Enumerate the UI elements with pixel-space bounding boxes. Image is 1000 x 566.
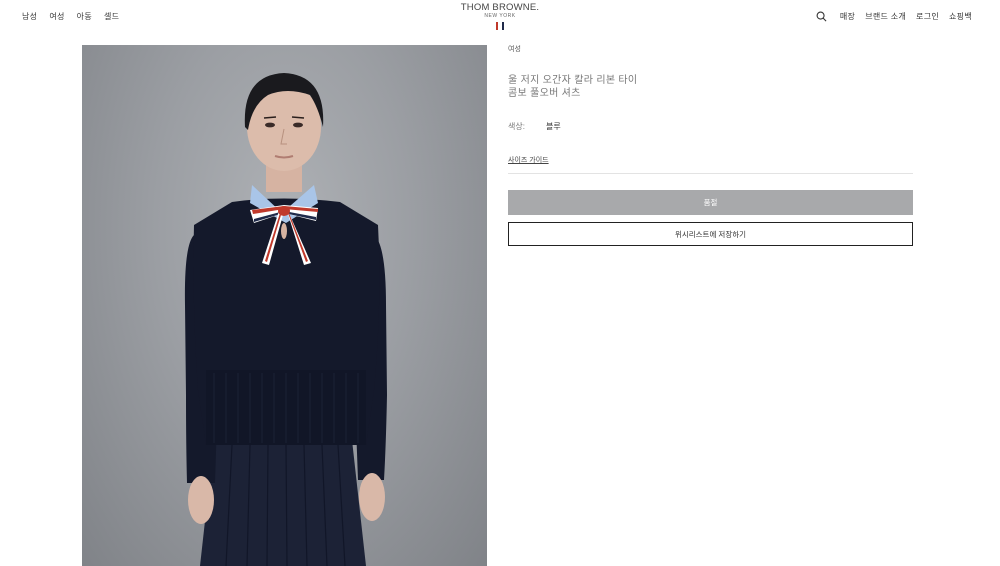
product-title-line-2: 콤보 풀오버 셔츠 xyxy=(508,88,581,99)
utility-nav: 매장 브랜드 소개 로그인 쇼핑백 xyxy=(816,11,972,22)
product-title-line-1: 울 저지 오간자 칼라 리본 타이 xyxy=(508,75,638,86)
logo-tricolor-stripes xyxy=(0,22,1000,30)
color-value[interactable]: 블루 xyxy=(546,121,561,132)
size-guide-link[interactable]: 사이즈 가이드 xyxy=(508,155,913,165)
nav-item-stores[interactable]: 매장 xyxy=(840,11,855,22)
color-selector: 색상: 블루 xyxy=(508,121,913,132)
nav-item-login[interactable]: 로그인 xyxy=(916,11,939,22)
product-title: 울 저지 오간자 칼라 리본 타이 콤보 풀오버 셔츠 xyxy=(508,74,913,100)
product-details: 여성 울 저지 오간자 칼라 리본 타이 콤보 풀오버 셔츠 색상: 블루 사이… xyxy=(508,44,913,246)
save-to-wishlist-button[interactable]: 위시리스트에 저장하기 xyxy=(508,222,913,246)
product-category[interactable]: 여성 xyxy=(508,44,913,54)
divider xyxy=(508,173,913,174)
nav-item-shopping-bag[interactable]: 쇼핑백 xyxy=(949,11,972,22)
color-label: 색상: xyxy=(508,122,525,131)
product-image[interactable] xyxy=(82,45,487,566)
nav-item-about[interactable]: 브랜드 소개 xyxy=(865,11,906,22)
sold-out-button[interactable]: 품절 xyxy=(508,190,913,215)
search-icon[interactable] xyxy=(816,11,827,22)
site-header: 남성 여성 아동 셀드 THOM BROWNE. NEW YORK 매장 브랜드… xyxy=(0,0,1000,40)
model-illustration xyxy=(184,73,387,566)
